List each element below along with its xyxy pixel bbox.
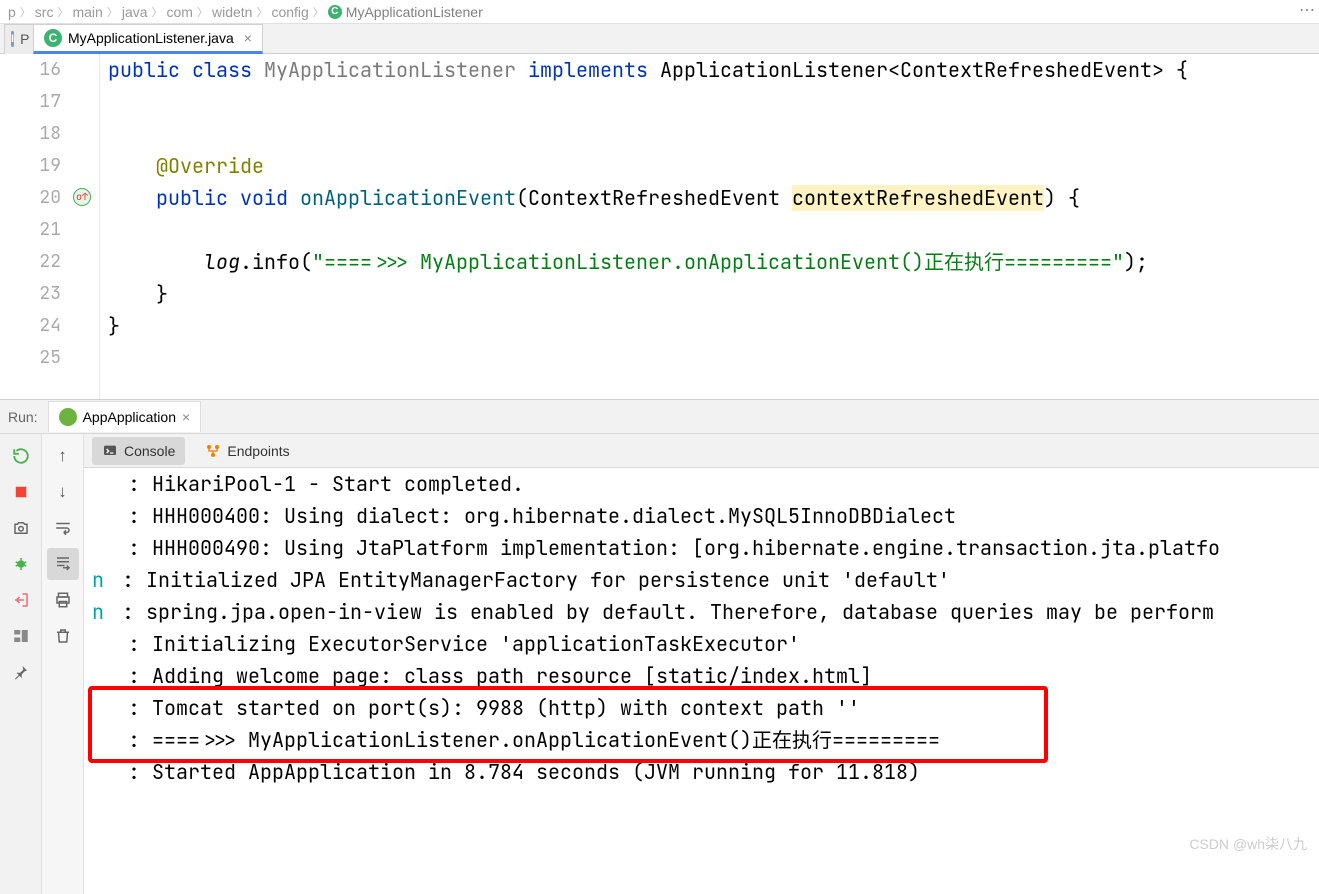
code-area[interactable]: public class MyApplicationListener imple… <box>100 54 1319 399</box>
trash-icon[interactable] <box>47 620 79 652</box>
run-toolbar-primary <box>0 434 42 894</box>
crumb[interactable]: com <box>167 4 193 20</box>
class-icon: C <box>44 29 62 47</box>
editor-tabs: I P C MyApplicationListener.java × <box>0 24 1319 54</box>
run-panel-header: Run: AppApplication × <box>0 400 1319 434</box>
pin-icon[interactable] <box>5 656 37 688</box>
crumb-current[interactable]: MyApplicationListener <box>346 4 483 20</box>
rerun-button[interactable] <box>5 440 37 472</box>
override-gutter-icon[interactable]: o↑ <box>73 188 91 206</box>
stop-button[interactable] <box>5 476 37 508</box>
chevron-right-icon: 〉 <box>107 4 118 20</box>
chevron-right-icon: 〉 <box>256 4 267 20</box>
close-icon[interactable]: × <box>244 30 252 46</box>
watermark: CSDN @wh柒八九 <box>1189 834 1307 854</box>
console-tab-label: Console <box>124 443 175 459</box>
chevron-right-icon: 〉 <box>197 4 208 20</box>
breadcrumb: p 〉 src 〉 main 〉 java 〉 com 〉 widetn 〉 c… <box>0 0 1319 24</box>
class-icon: C <box>328 5 342 19</box>
line-gutter: 1617181920o↑2122232425 <box>0 54 100 399</box>
crumb[interactable]: p <box>8 4 16 20</box>
crumb[interactable]: config <box>271 4 308 20</box>
soft-wrap-icon[interactable] <box>47 512 79 544</box>
crumb[interactable]: widetn <box>212 4 252 20</box>
chevron-right-icon: 〉 <box>152 4 163 20</box>
console-tab[interactable]: Console <box>92 437 185 465</box>
crumb[interactable]: main <box>72 4 102 20</box>
bug-icon[interactable] <box>5 548 37 580</box>
console-output[interactable]: : HikariPool-1 - Start completed. : HHH0… <box>84 468 1319 894</box>
spring-boot-icon <box>59 408 77 426</box>
run-config-tab[interactable]: AppApplication × <box>48 401 202 432</box>
interface-icon: I <box>11 31 14 47</box>
run-toolbar-secondary: ↑ ↓ <box>42 434 84 894</box>
chevron-right-icon: 〉 <box>313 4 324 20</box>
exit-icon[interactable] <box>5 584 37 616</box>
run-panel: ↑ ↓ Console Endpoints : HikariPool-1 - S… <box>0 434 1319 894</box>
endpoints-tab-label: Endpoints <box>227 443 289 459</box>
console-subtabs: Console Endpoints <box>84 434 1319 468</box>
run-label: Run: <box>8 409 38 425</box>
endpoints-tab[interactable]: Endpoints <box>195 437 299 465</box>
crumb[interactable]: java <box>122 4 148 20</box>
down-arrow-icon[interactable]: ↓ <box>47 476 79 508</box>
up-arrow-icon[interactable]: ↑ <box>47 440 79 472</box>
toolbar-overflow-icon[interactable]: ⋯ <box>1299 0 1315 20</box>
scroll-to-end-icon[interactable] <box>47 548 79 580</box>
layout-icon[interactable] <box>5 620 37 652</box>
endpoints-icon <box>205 443 221 459</box>
console-icon <box>102 443 118 459</box>
crumb[interactable]: src <box>35 4 54 20</box>
chevron-right-icon: 〉 <box>57 4 68 20</box>
tab-filename: MyApplicationListener.java <box>68 30 234 46</box>
camera-icon[interactable] <box>5 512 37 544</box>
tab-label: P <box>20 31 29 47</box>
run-config-name: AppApplication <box>83 409 176 425</box>
print-icon[interactable] <box>47 584 79 616</box>
code-editor[interactable]: 1617181920o↑2122232425 public class MyAp… <box>0 54 1319 400</box>
tab-active[interactable]: C MyApplicationListener.java × <box>33 24 263 54</box>
close-icon[interactable]: × <box>182 409 190 425</box>
tab-inactive[interactable]: I P <box>4 24 34 54</box>
chevron-right-icon: 〉 <box>20 4 31 20</box>
console-main: Console Endpoints : HikariPool-1 - Start… <box>84 434 1319 894</box>
